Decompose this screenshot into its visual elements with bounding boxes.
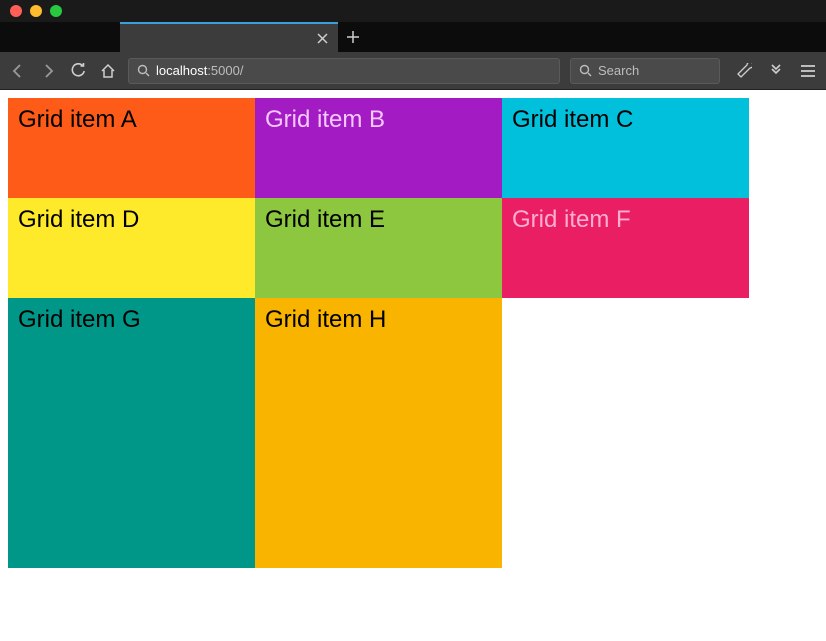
search-placeholder: Search	[598, 63, 639, 78]
grid-item-f: Grid item F	[502, 198, 749, 298]
search-icon	[579, 64, 592, 77]
new-tab-button[interactable]	[338, 22, 368, 52]
grid-item-a: Grid item A	[8, 98, 255, 198]
grid-item-b: Grid item B	[255, 98, 502, 198]
overflow-icon[interactable]	[766, 61, 786, 81]
address-bar[interactable]: localhost:5000/	[128, 58, 560, 84]
zoom-window-button[interactable]	[50, 5, 62, 17]
grid-item-h: Grid item H	[255, 298, 502, 568]
grid-item-g: Grid item G	[8, 298, 255, 568]
minimize-window-button[interactable]	[30, 5, 42, 17]
window-titlebar	[0, 0, 826, 22]
developer-tools-icon[interactable]	[734, 61, 754, 81]
url-host: localhost:5000/	[156, 63, 243, 78]
close-tab-icon[interactable]	[317, 33, 328, 44]
reload-button[interactable]	[68, 61, 88, 81]
search-box[interactable]: Search	[570, 58, 720, 84]
forward-button[interactable]	[38, 61, 58, 81]
page-viewport: Grid item A Grid item B Grid item C Grid…	[0, 90, 826, 641]
search-icon	[137, 64, 150, 77]
tab-strip	[0, 22, 826, 52]
grid-item-d: Grid item D	[8, 198, 255, 298]
grid-item-e: Grid item E	[255, 198, 502, 298]
back-button[interactable]	[8, 61, 28, 81]
browser-tab-active[interactable]	[120, 22, 338, 52]
grid-item-c: Grid item C	[502, 98, 749, 198]
navigation-toolbar: localhost:5000/ Search	[0, 52, 826, 90]
menu-icon[interactable]	[798, 61, 818, 81]
close-window-button[interactable]	[10, 5, 22, 17]
grid-container: Grid item A Grid item B Grid item C Grid…	[8, 98, 818, 568]
home-button[interactable]	[98, 61, 118, 81]
